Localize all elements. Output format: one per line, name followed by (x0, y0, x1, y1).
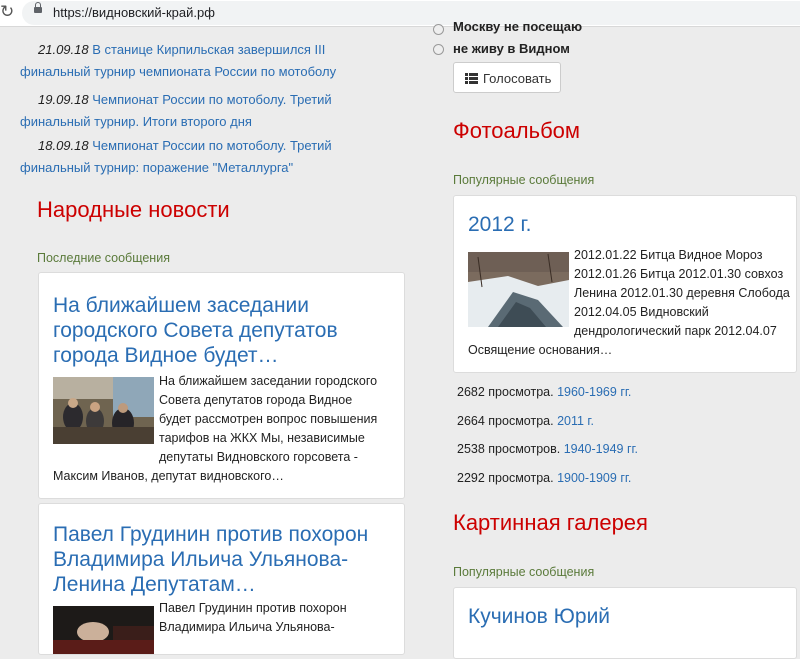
section-title-gallery[interactable]: Картинная галерея (453, 510, 648, 536)
news-card: На ближайшем заседании городского Совета… (38, 272, 405, 499)
album-link[interactable]: 2011 г. (557, 414, 594, 428)
views-count: 2664 просмотра. (457, 414, 554, 428)
stat-row: 2292 просмотра. 1900-1909 гг. (457, 471, 631, 485)
excerpt-line: 2012.01.26 Битца 2012.01.30 совхоз (574, 267, 784, 281)
card-excerpt: 2012.01.22 Битца Видное Мороз 2012.01.26… (574, 246, 790, 341)
card-title-line[interactable]: города Видное будет… (53, 343, 338, 368)
poll-option-label[interactable]: не живу в Видном (453, 41, 570, 56)
card-title-link[interactable]: На ближайшем заседании городского Совета… (53, 293, 338, 368)
excerpt-line: дендрологический парк 2012.04.07 (574, 324, 777, 338)
stat-row: 2538 просмотров. 1940-1949 гг. (457, 442, 638, 456)
excerpt-line: тарифов на ЖКХ Мы, независимые (159, 431, 365, 445)
excerpt-line: На ближайшем заседании городского (159, 374, 378, 388)
stat-row: 2664 просмотра. 2011 г. (457, 414, 594, 428)
winter-river-photo[interactable] (468, 252, 569, 327)
news-item[interactable]: 18.09.18 Чемпионат России по мотоболу. Т… (20, 135, 332, 179)
excerpt-line: Максим Иванов, депутат видновского… (53, 469, 284, 483)
section-title-photoalbum[interactable]: Фотоальбом (453, 118, 580, 144)
url-text[interactable]: https://видновский-край.рф (53, 5, 215, 20)
subhead-popular: Популярные сообщения (453, 565, 595, 579)
poll-radio[interactable] (433, 24, 444, 35)
card-title-link[interactable]: Павел Грудинин против похорон Владимира … (53, 522, 368, 597)
photo-card: 2012 г. 2012.01.22 Битца Видное Мороз 20… (453, 195, 797, 373)
excerpt-line: депутаты Видновского горсовета - (159, 450, 358, 464)
stat-row: 2682 просмотра. 1960-1969 гг. (457, 385, 631, 399)
card-title-line[interactable]: Владимира Ильича Ульянова- (53, 547, 368, 572)
list-icon (465, 73, 478, 84)
card-title-link[interactable]: Кучинов Юрий (468, 604, 610, 629)
views-count: 2682 просмотра. (457, 385, 554, 399)
card-title-line[interactable]: городского Совета депутатов (53, 318, 338, 343)
album-link[interactable]: 1960-1969 гг. (557, 385, 631, 399)
gallery-card: Кучинов Юрий (453, 587, 797, 659)
excerpt-line: 2012.04.05 Видновский (574, 305, 709, 319)
views-count: 2538 просмотров. (457, 442, 561, 456)
excerpt-line: Павел Грудинин против похорон (159, 601, 347, 615)
card-excerpt: Павел Грудинин против похорон Владимира … (159, 599, 347, 637)
browser-toolbar: ↻ https://видновский-край.рф (0, 0, 800, 27)
excerpt-line: Освящение основания… (468, 343, 613, 357)
news-link[interactable]: В станице Кирпильская завершился III (92, 42, 325, 57)
poll-option-label[interactable]: Москву не посещаю (453, 19, 582, 34)
news-link[interactable]: Чемпионат России по мотоболу. Третий (92, 138, 331, 153)
subhead-latest: Последние сообщения (37, 251, 170, 265)
news-date: 21.09.18 (38, 42, 89, 57)
reload-icon[interactable]: ↻ (0, 2, 14, 22)
excerpt-line: Совета депутатов города Видное (159, 393, 353, 407)
excerpt-line: Владимира Ильича Ульянова- (159, 620, 335, 634)
card-title-line[interactable]: Ленина Депутатам… (53, 572, 368, 597)
meeting-photo[interactable] (53, 377, 154, 444)
news-date: 18.09.18 (38, 138, 89, 153)
news-link-line2[interactable]: финальный турнир. Итоги второго дня (20, 111, 332, 133)
news-link-line2[interactable]: финальный турнир чемпионата России по мо… (20, 61, 336, 83)
news-item[interactable]: 19.09.18 Чемпионат России по мотоболу. Т… (20, 89, 332, 133)
card-title-link[interactable]: 2012 г. (468, 212, 531, 237)
card-excerpt: На ближайшем заседании городского Совета… (159, 372, 377, 467)
album-link[interactable]: 1900-1909 гг. (557, 471, 631, 485)
excerpt-line: Ленина 2012.01.30 деревня Слобода (574, 286, 790, 300)
section-title-narodnye[interactable]: Народные новости (37, 197, 230, 223)
lenin-photo[interactable] (53, 606, 154, 654)
album-link[interactable]: 1940-1949 гг. (564, 442, 638, 456)
news-link-line2[interactable]: финальный турнир: поражение "Металлурга" (20, 157, 332, 179)
card-title-line[interactable]: Павел Грудинин против похорон (53, 522, 368, 547)
news-card: Павел Грудинин против похорон Владимира … (38, 503, 405, 655)
excerpt-line: 2012.01.22 Битца Видное Мороз (574, 248, 763, 262)
vote-button-label: Голосовать (483, 71, 552, 86)
excerpt-line: будет рассмотрен вопрос повышения (159, 412, 378, 426)
vote-button[interactable]: Голосовать (453, 62, 561, 93)
news-date: 19.09.18 (38, 92, 89, 107)
views-count: 2292 просмотра. (457, 471, 554, 485)
lock-icon[interactable] (34, 2, 42, 13)
poll-radio[interactable] (433, 44, 444, 55)
news-link[interactable]: Чемпионат России по мотоболу. Третий (92, 92, 331, 107)
news-item[interactable]: 21.09.18 В станице Кирпильская завершилс… (20, 39, 336, 83)
card-title-line[interactable]: На ближайшем заседании (53, 293, 338, 318)
subhead-popular: Популярные сообщения (453, 173, 595, 187)
page-content: 21.09.18 В станице Кирпильская завершилс… (20, 19, 800, 659)
